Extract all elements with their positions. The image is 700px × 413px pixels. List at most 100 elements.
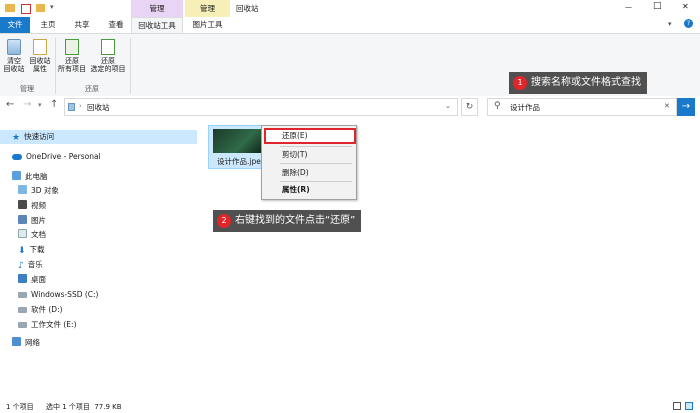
menu-separator bbox=[280, 181, 352, 182]
annotation-step-2: 2 右键找到的文件点击“还原” bbox=[213, 210, 362, 232]
large-icons-view-icon[interactable] bbox=[685, 402, 693, 410]
path-separator-icon: › bbox=[79, 102, 82, 110]
close-button[interactable]: ✕ bbox=[682, 2, 689, 11]
search-box[interactable]: ⚲ 设计作品 ✕ bbox=[487, 98, 677, 116]
tab-picture-tools[interactable]: 图片工具 bbox=[185, 17, 230, 33]
empty-recycle-bin-button[interactable]: 清空 回收站 bbox=[2, 39, 26, 73]
status-selection: 选中 1 个项目 77.9 KB bbox=[46, 403, 122, 411]
document-icon bbox=[18, 229, 27, 238]
nav-drive-c[interactable]: Windows-SSD (C:) bbox=[18, 288, 98, 302]
nav-label: 图片 bbox=[31, 216, 46, 225]
tab-home[interactable]: 主页 bbox=[34, 17, 62, 33]
nav-label: 网络 bbox=[25, 338, 40, 347]
cube-icon bbox=[18, 185, 27, 194]
annotation-step-1: 1 搜索名称或文件格式查找 bbox=[509, 72, 647, 94]
nav-videos[interactable]: 视频 bbox=[18, 199, 46, 213]
nav-label: 文档 bbox=[31, 230, 46, 239]
clear-search-icon[interactable]: ✕ bbox=[664, 102, 670, 110]
computer-icon bbox=[12, 171, 21, 180]
cloud-icon bbox=[12, 154, 22, 160]
picture-icon bbox=[18, 215, 27, 224]
address-dropdown-icon[interactable]: ⌄ bbox=[445, 102, 451, 110]
tab-share[interactable]: 共享 bbox=[68, 17, 96, 33]
picture-manage-tab-group-label: 管理 bbox=[185, 0, 230, 17]
quick-access-new-folder-icon[interactable] bbox=[36, 4, 45, 12]
file-name: 设计作品.jpeg bbox=[217, 157, 266, 166]
tab-recycle-bin-tools[interactable]: 回收站工具 bbox=[131, 17, 183, 33]
restore-all-icon bbox=[65, 39, 79, 55]
drive-icon bbox=[18, 307, 27, 313]
address-box[interactable]: › 回收站 ⌄ bbox=[64, 98, 458, 116]
nav-pictures[interactable]: 图片 bbox=[18, 214, 46, 228]
back-arrow-icon[interactable]: ← bbox=[6, 99, 14, 110]
search-go-button[interactable]: → bbox=[677, 98, 695, 116]
nav-this-pc[interactable]: 此电脑 bbox=[12, 170, 48, 184]
restore-selected-label: 还原 选定的项目 bbox=[90, 57, 126, 73]
nav-music[interactable]: ♪ 音乐 bbox=[18, 258, 43, 272]
step-number-badge: 1 bbox=[513, 76, 527, 90]
toolbar-dropdown-icon[interactable]: ▾ bbox=[50, 3, 54, 11]
refresh-button[interactable]: ↻ bbox=[461, 98, 478, 116]
recycle-bin-icon bbox=[7, 39, 21, 55]
nav-label: 视频 bbox=[31, 201, 46, 210]
nav-desktop[interactable]: 桌面 bbox=[18, 273, 46, 287]
nav-label: 3D 对象 bbox=[31, 186, 59, 195]
menu-item-cut[interactable]: 剪切(T) bbox=[282, 149, 307, 161]
restore-all-label: 还原 所有项目 bbox=[58, 57, 86, 73]
forward-arrow-icon[interactable]: → bbox=[23, 99, 31, 110]
menu-restore-highlight bbox=[264, 128, 356, 144]
status-bar: 1 个项目 选中 1 个项目 77.9 KB bbox=[0, 400, 700, 413]
menu-item-delete[interactable]: 删除(D) bbox=[282, 167, 309, 179]
nav-downloads[interactable]: ⬇ 下载 bbox=[18, 243, 45, 257]
recycle-bin-properties-label: 回收站 属性 bbox=[29, 57, 51, 73]
drive-icon bbox=[18, 292, 27, 298]
tab-file[interactable]: 文件 bbox=[0, 17, 30, 33]
nav-documents[interactable]: 文档 bbox=[18, 228, 46, 242]
folder-icon bbox=[5, 4, 15, 12]
nav-label: 此电脑 bbox=[25, 172, 48, 181]
address-bar-row: ← → ▾ ↑ › 回收站 ⌄ ↻ ⚲ 设计作品 ✕ → bbox=[0, 96, 700, 118]
recycle-bin-properties-button[interactable]: 回收站 属性 bbox=[28, 39, 52, 73]
up-arrow-icon[interactable]: ↑ bbox=[50, 99, 58, 110]
title-bar: ▾ 管理 管理 回收站 — □ ✕ bbox=[0, 0, 700, 18]
restore-all-button[interactable]: 还原 所有项目 bbox=[57, 39, 87, 73]
restore-selected-button[interactable]: 还原 选定的项目 bbox=[88, 39, 128, 73]
nav-drive-e[interactable]: 工作文件 (E:) bbox=[18, 318, 77, 332]
ribbon-separator bbox=[130, 38, 131, 94]
menu-separator bbox=[280, 146, 352, 147]
download-icon: ⬇ bbox=[18, 246, 26, 256]
nav-label: 快速访问 bbox=[24, 132, 55, 141]
nav-network[interactable]: 网络 bbox=[12, 336, 40, 350]
address-path[interactable]: 回收站 bbox=[87, 102, 110, 113]
nav-quick-access[interactable]: ★ 快速访问 bbox=[0, 130, 197, 144]
nav-onedrive[interactable]: OneDrive - Personal bbox=[12, 150, 101, 164]
recycle-bin-small-icon bbox=[68, 103, 75, 111]
nav-label: 桌面 bbox=[31, 275, 46, 284]
help-icon[interactable]: ? bbox=[684, 19, 693, 28]
file-item[interactable]: 设计作品.jpeg bbox=[208, 125, 268, 169]
nav-label: 音乐 bbox=[27, 260, 43, 269]
menu-item-restore[interactable]: 还原(E) bbox=[282, 130, 308, 142]
nav-label: Windows-SSD (C:) bbox=[31, 290, 99, 299]
ribbon-separator bbox=[55, 38, 56, 94]
properties-icon bbox=[33, 39, 47, 55]
group-restore-label: 还原 bbox=[85, 85, 99, 93]
collapse-ribbon-icon[interactable]: ▾ bbox=[668, 20, 672, 28]
drive-icon bbox=[18, 322, 27, 328]
status-item-count: 1 个项目 bbox=[6, 403, 34, 411]
details-view-icon[interactable] bbox=[673, 402, 681, 410]
network-icon bbox=[12, 337, 21, 346]
minimize-button[interactable]: — bbox=[625, 3, 632, 11]
star-icon: ★ bbox=[12, 133, 21, 143]
menu-item-properties[interactable]: 属性(R) bbox=[282, 184, 310, 196]
quick-access-properties-icon[interactable] bbox=[21, 4, 31, 14]
recent-locations-icon[interactable]: ▾ bbox=[38, 101, 42, 109]
navigation-pane: ★ 快速访问 OneDrive - Personal 此电脑 3D 对象 视频 图… bbox=[0, 120, 200, 400]
nav-drive-d[interactable]: 软件 (D:) bbox=[18, 303, 63, 317]
file-thumbnail bbox=[213, 129, 263, 153]
maximize-button[interactable]: □ bbox=[653, 1, 662, 11]
search-input[interactable]: 设计作品 bbox=[510, 102, 540, 113]
tab-view[interactable]: 查看 bbox=[102, 17, 130, 33]
nav-3d-objects[interactable]: 3D 对象 bbox=[18, 184, 59, 198]
group-manage-label: 管理 bbox=[20, 85, 34, 93]
